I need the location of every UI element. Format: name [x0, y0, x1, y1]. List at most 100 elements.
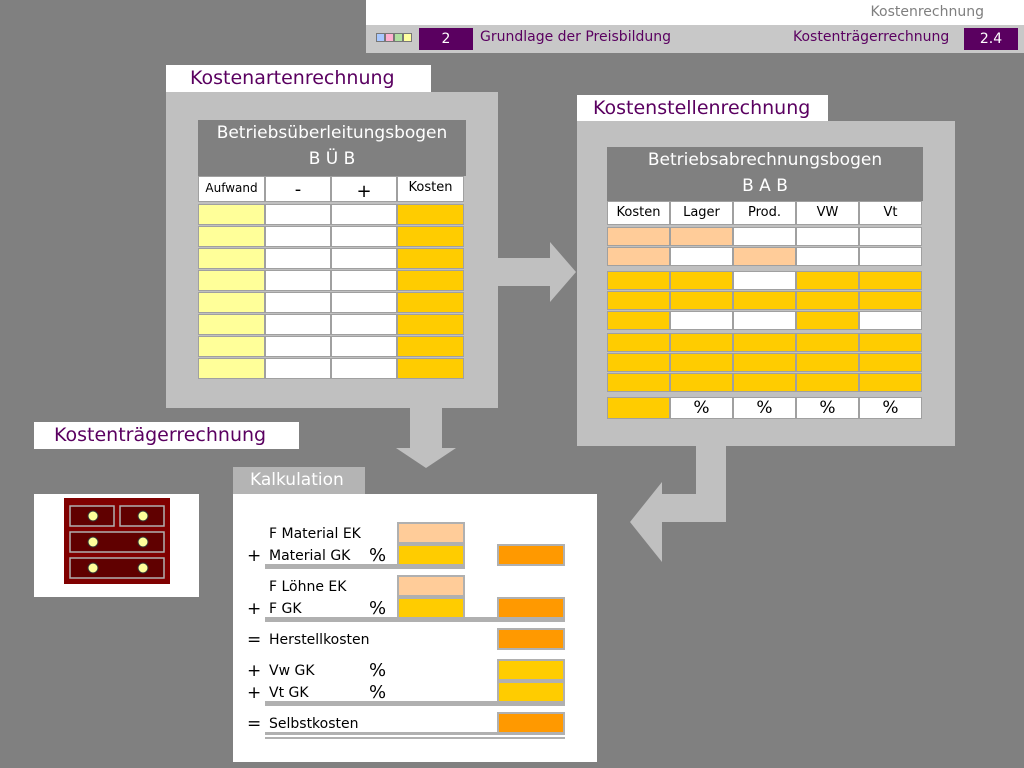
- bab-cell: [859, 291, 922, 310]
- kalk-label: F Löhne EK: [269, 579, 347, 595]
- bab-cell: [670, 373, 733, 392]
- bueb-cell: [397, 358, 464, 379]
- bab-cell: [670, 311, 733, 330]
- bab-cell: [859, 227, 922, 246]
- bueb-cell: [198, 336, 265, 357]
- kalk-result-vwgk: [497, 659, 565, 681]
- kalk-result-material: [497, 544, 565, 566]
- bueb-cell: [331, 270, 397, 291]
- kalk-label: Herstellkosten: [269, 632, 370, 648]
- kalk-operator: +: [247, 599, 262, 619]
- kostenstellenrechnung-label: Kostenstellenrechnung: [577, 95, 828, 121]
- kalkulation-title: Kalkulation: [233, 467, 365, 494]
- chapter-title[interactable]: Grundlage der Preisbildung: [480, 29, 671, 45]
- bab-cell: [670, 227, 733, 246]
- bab-cell: [607, 333, 670, 352]
- kalk-double-underline: [265, 737, 565, 739]
- color-chip-icon: [376, 33, 385, 42]
- kostenartenrechnung-label: Kostenartenrechnung: [166, 65, 431, 92]
- bab-cell: [607, 247, 670, 266]
- bab-cell: [796, 353, 859, 372]
- bueb-header-plus: +: [331, 176, 397, 202]
- kalk-result-fertigung: [497, 597, 565, 619]
- bab-cell: [607, 227, 670, 246]
- bueb-cell: [397, 226, 464, 247]
- bab-table: Betriebsabrechnungsbogen B A B Kosten Lag…: [607, 147, 923, 423]
- header-title-bar: Kostenrechnung: [366, 0, 1024, 25]
- kalk-label: Material GK: [269, 548, 351, 564]
- bueb-cell: [198, 204, 265, 225]
- bab-cell: [733, 373, 796, 392]
- bab-percent-cell: %: [859, 397, 922, 419]
- bab-header-cell: Prod.: [733, 201, 796, 225]
- bueb-cell: [198, 226, 265, 247]
- bab-cell: [733, 353, 796, 372]
- bueb-cell: [265, 336, 331, 357]
- bab-cell: [733, 333, 796, 352]
- kalk-percent: %: [369, 660, 387, 681]
- bueb-cell: [198, 314, 265, 335]
- kalk-input-loehne-ek: [397, 575, 465, 597]
- header-title: Kostenrechnung: [870, 4, 984, 20]
- bueb-cell: [265, 358, 331, 379]
- kalk-input-material-gk: [397, 544, 465, 566]
- bueb-cell: [331, 204, 397, 225]
- bab-cell: [733, 271, 796, 290]
- bab-header-cell: VW: [796, 201, 859, 225]
- bab-cell: [796, 247, 859, 266]
- bueb-title: Betriebsüberleitungsbogen: [216, 123, 448, 143]
- bueb-cell: [331, 248, 397, 269]
- bab-cell: [670, 353, 733, 372]
- bab-percent-base-cell: [607, 397, 670, 419]
- section-title[interactable]: Kostenträgerrechnung: [793, 29, 949, 45]
- kalk-label: Selbstkosten: [269, 716, 359, 732]
- bueb-cell: [265, 204, 331, 225]
- bab-cell: [607, 373, 670, 392]
- bueb-header-minus: -: [265, 176, 331, 202]
- chapter-number[interactable]: 2: [419, 28, 473, 50]
- color-chip-icon: [403, 33, 412, 42]
- arrow-right-icon: [496, 242, 576, 302]
- bueb-cell: [198, 270, 265, 291]
- bab-abbrev: B A B: [742, 176, 788, 196]
- bueb-abbrev: B Ü B: [308, 149, 356, 169]
- bab-cell: [607, 291, 670, 310]
- bab-cell: [670, 333, 733, 352]
- bueb-cell: [397, 204, 464, 225]
- kalk-percent: %: [369, 598, 387, 619]
- bueb-header-kosten: Kosten: [397, 176, 464, 202]
- bueb-cell: [331, 226, 397, 247]
- section-number[interactable]: 2.4: [964, 28, 1018, 50]
- cabinet-icon: [64, 498, 170, 584]
- arrow-down-left-icon: [630, 446, 726, 562]
- bueb-cell: [397, 270, 464, 291]
- bab-cell: [796, 227, 859, 246]
- bab-cell: [859, 271, 922, 290]
- kalk-percent: %: [369, 682, 387, 703]
- kalk-label: Vt GK: [269, 685, 309, 701]
- kalk-operator: +: [247, 546, 262, 566]
- kalk-label: F Material EK: [269, 526, 361, 542]
- product-image-box: [34, 494, 199, 597]
- header-nav-bar: 2 Grundlage der Preisbildung Kostenträge…: [366, 25, 1024, 53]
- bab-cell: [859, 247, 922, 266]
- bab-percent-cell: %: [733, 397, 796, 419]
- kalk-operator: =: [247, 714, 262, 734]
- bab-cell: [796, 373, 859, 392]
- bab-cell: [796, 271, 859, 290]
- color-chip-icon: [394, 33, 403, 42]
- bab-cell: [796, 311, 859, 330]
- bab-header-cell: Kosten: [607, 201, 670, 225]
- bueb-cell: [331, 358, 397, 379]
- bueb-cell: [331, 292, 397, 313]
- bab-cell: [859, 333, 922, 352]
- bueb-cell: [397, 292, 464, 313]
- bab-cell: [859, 353, 922, 372]
- kalk-result-selbstkosten: [497, 712, 565, 734]
- bab-percent-cell: %: [670, 397, 733, 419]
- kalk-label: Vw GK: [269, 663, 315, 679]
- kalk-input-material-ek: [397, 522, 465, 544]
- bab-cell: [670, 271, 733, 290]
- bab-cell: [670, 247, 733, 266]
- bab-cell: [796, 291, 859, 310]
